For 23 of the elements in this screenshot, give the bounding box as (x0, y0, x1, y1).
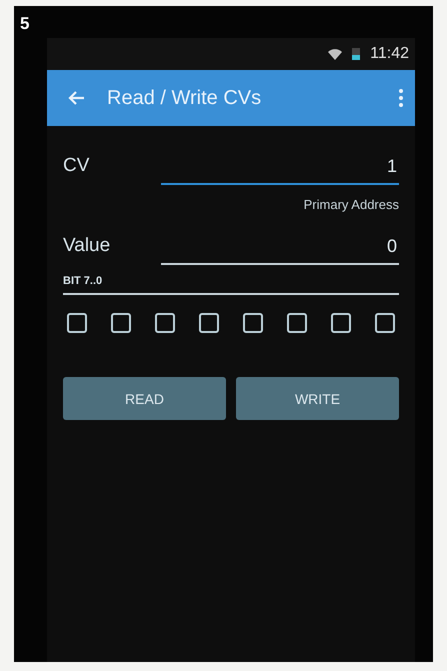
more-menu-icon[interactable] (399, 89, 403, 107)
back-arrow-icon[interactable] (67, 90, 85, 106)
field-label: CV (63, 155, 90, 178)
input-field[interactable]: 0 (161, 232, 399, 265)
screen-title: Read / Write CVs (107, 86, 262, 110)
read-button[interactable]: READ (63, 377, 226, 420)
section-label: BIT 7..0 (63, 275, 104, 287)
checkbox[interactable] (199, 313, 219, 333)
checkbox[interactable] (331, 313, 351, 333)
helper-text: Primary Address (304, 197, 399, 212)
battery-icon (352, 48, 360, 60)
input-field[interactable]: 1 (161, 152, 399, 185)
figure-number: 5 (20, 14, 30, 34)
write-button[interactable]: WRITE (236, 377, 399, 420)
field-label: Value (63, 235, 112, 258)
checkbox[interactable] (111, 313, 131, 333)
checkbox[interactable] (287, 313, 307, 333)
checkbox[interactable] (243, 313, 263, 333)
clock-time: 11:42 (370, 45, 409, 63)
checkbox[interactable] (67, 313, 87, 333)
checkbox[interactable] (155, 313, 175, 333)
wifi-icon (328, 48, 342, 60)
checkbox[interactable] (375, 313, 395, 333)
